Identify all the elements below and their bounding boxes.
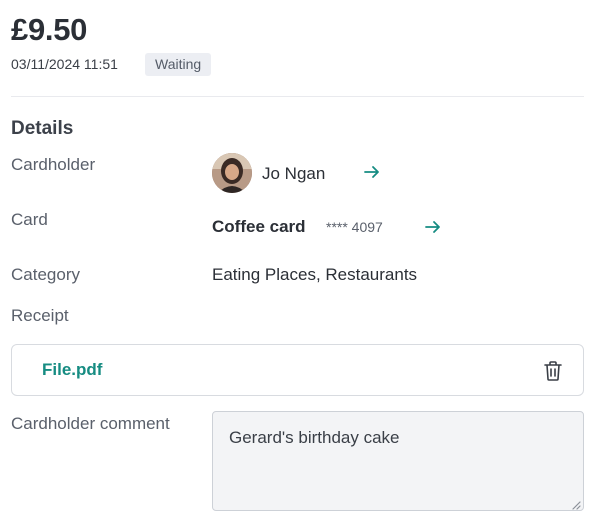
receipt-label: Receipt [11, 306, 69, 325]
cardholder-label: Cardholder [11, 155, 96, 174]
category-value: Eating Places, Restaurants [212, 265, 418, 284]
transaction-datetime: 03/11/2024 11:51 [11, 56, 118, 72]
status-badge: Waiting [145, 53, 212, 76]
divider [11, 96, 584, 97]
cardholder-arrow-icon[interactable] [363, 165, 381, 179]
avatar [212, 153, 252, 193]
resize-grip-icon[interactable] [571, 497, 581, 510]
cardholder-comment-label: Cardholder comment [11, 414, 170, 433]
cardholder-name[interactable]: Jo Ngan [262, 164, 325, 184]
amount: £9.50 [11, 12, 88, 47]
category-label: Category [11, 265, 80, 284]
details-title: Details [11, 118, 74, 139]
card-arrow-icon[interactable] [424, 220, 442, 234]
cardholder-comment-field[interactable]: Gerard's birthday cake [212, 411, 584, 511]
receipt-file-box: File.pdf [11, 344, 584, 396]
card-name[interactable]: Coffee card [212, 217, 306, 237]
card-label: Card [11, 210, 48, 229]
receipt-file-link[interactable]: File.pdf [42, 360, 102, 380]
card-masked-number: **** 4097 [326, 219, 383, 235]
trash-icon[interactable] [543, 360, 563, 382]
